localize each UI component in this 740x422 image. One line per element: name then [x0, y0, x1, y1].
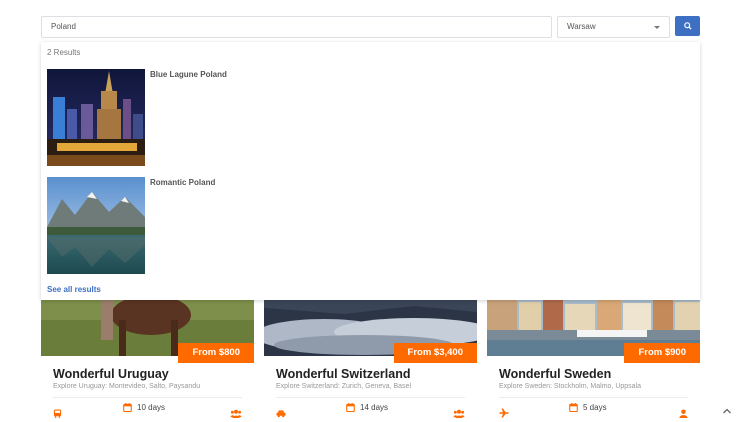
calendar-icon — [569, 403, 578, 412]
result-item[interactable]: Blue Lagune Poland — [47, 69, 647, 167]
divider — [499, 397, 688, 398]
tour-name[interactable]: Wonderful Switzerland — [276, 367, 411, 381]
search-results-dropdown: 2 Results Blue Lagune Poland Romantic Po… — [41, 42, 700, 300]
caret-down-icon — [654, 26, 660, 29]
user-icon — [679, 405, 688, 422]
price-badge: From $3,400 — [393, 343, 477, 363]
tour-card[interactable]: From $3,400 Wonderful Switzerland Explor… — [264, 300, 477, 422]
tour-duration: 14 days — [360, 403, 389, 412]
divider — [276, 397, 465, 398]
tour-name[interactable]: Wonderful Uruguay — [53, 367, 169, 381]
result-title: Blue Lagune Poland — [150, 70, 227, 79]
search-input[interactable]: Poland — [41, 16, 552, 38]
search-button[interactable] — [675, 16, 700, 36]
car-icon — [276, 405, 286, 422]
users-icon — [453, 405, 465, 422]
tour-subtitle: Explore Switzerland: Zurich, Geneva, Bas… — [276, 383, 412, 390]
price-badge: From $800 — [178, 343, 254, 363]
bus-icon — [53, 405, 62, 422]
see-all-results-link[interactable]: See all results — [47, 285, 101, 294]
tour-card[interactable]: From $800 Wonderful Uruguay Explore Urug… — [41, 300, 254, 422]
tour-subtitle: Explore Sweden: Stockholm, Malmo, Uppsal… — [499, 383, 642, 390]
results-count: 2 Results — [47, 48, 81, 57]
chevron-up-icon — [723, 408, 731, 414]
calendar-icon — [123, 403, 132, 412]
calendar-icon — [346, 403, 355, 412]
result-thumbnail-warsaw-night — [47, 69, 145, 166]
city-select-value: Warsaw — [567, 22, 596, 31]
tour-duration: 10 days — [137, 403, 166, 412]
tour-subtitle: Explore Uruguay: Montevideo, Salto, Pays… — [53, 383, 201, 390]
tour-duration: 5 days — [583, 403, 607, 412]
divider — [53, 397, 242, 398]
price-badge: From $900 — [624, 343, 700, 363]
city-select[interactable]: Warsaw — [557, 16, 670, 38]
result-thumbnail-mountain-lake — [47, 177, 145, 274]
users-icon — [230, 405, 242, 422]
search-icon — [683, 22, 692, 30]
result-item[interactable]: Romantic Poland — [47, 177, 647, 275]
scroll-to-top-button[interactable] — [722, 402, 732, 420]
tour-name[interactable]: Wonderful Sweden — [499, 367, 611, 381]
tour-card[interactable]: From $900 Wonderful Sweden Explore Swede… — [487, 300, 700, 422]
plane-icon — [499, 405, 509, 422]
result-title: Romantic Poland — [150, 178, 216, 187]
